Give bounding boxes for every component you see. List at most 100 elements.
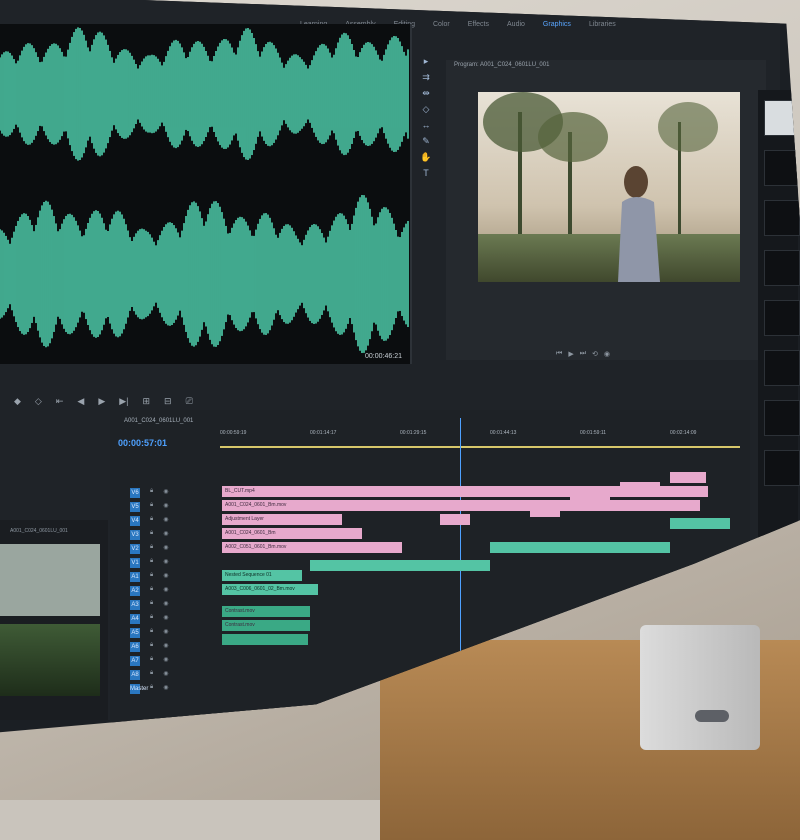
eye-icon[interactable]: ◉ [163, 558, 168, 570]
track-header[interactable]: A3 🔒︎ ◉ [130, 600, 210, 612]
step-back-icon[interactable]: ⏮ [556, 350, 562, 358]
lock-icon[interactable]: 🔒︎ [150, 600, 153, 612]
lock-icon[interactable]: 🔒︎ [150, 516, 153, 528]
eye-icon[interactable]: ◉ [163, 488, 168, 500]
slip-tool-icon[interactable]: ↔ [420, 120, 432, 130]
clip-nested[interactable]: Nested Sequence 01 [222, 570, 302, 581]
clip-segment[interactable] [440, 514, 470, 525]
panel-slot[interactable] [764, 400, 800, 436]
export-frame-icon[interactable]: ◉ [604, 350, 610, 358]
eye-icon[interactable]: ◉ [163, 670, 168, 682]
type-tool-icon[interactable]: T [420, 168, 432, 178]
lock-icon[interactable]: 🔒︎ [150, 530, 153, 542]
eye-icon[interactable]: ◉ [163, 586, 168, 598]
step-forward-icon[interactable]: ⏭ [580, 350, 586, 358]
track-header[interactable]: V5 🔒︎ ◉ [130, 502, 210, 514]
clip-segment[interactable] [670, 472, 706, 483]
clip-v1a[interactable]: A001_C024_0601_Bm [222, 528, 362, 539]
track-header[interactable]: A1 🔒︎ ◉ [130, 572, 210, 584]
track-header[interactable]: V2 🔒︎ ◉ [130, 544, 210, 556]
panel-slot[interactable] [764, 250, 800, 286]
workspace-tab[interactable]: Audio [507, 21, 525, 28]
go-to-in-icon[interactable]: ⇤ [56, 396, 64, 407]
track-header[interactable]: A8 🔒︎ ◉ [130, 670, 210, 682]
eye-icon[interactable]: ◉ [163, 530, 168, 542]
lock-icon[interactable]: 🔒︎ [150, 628, 153, 640]
lock-icon[interactable]: 🔒︎ [150, 502, 153, 514]
program-monitor[interactable]: Program: A001_C024_0601LU_001 ⏮ ▶ ⏭ ⟲ ◉ [446, 60, 766, 360]
panel-slot[interactable] [764, 150, 800, 186]
eye-icon[interactable]: ◉ [163, 516, 168, 528]
source-audio-panel[interactable]: 00:00:46:21 [0, 24, 412, 364]
play-icon[interactable]: ▶ [98, 396, 105, 407]
lock-icon[interactable]: 🔒︎ [150, 656, 153, 668]
selection-tool-icon[interactable]: ▸ [420, 56, 432, 66]
mark-in-icon[interactable]: ◆ [14, 396, 21, 407]
panel-slot[interactable] [764, 200, 800, 236]
work-area-bar[interactable] [220, 446, 740, 448]
eye-icon[interactable]: ◉ [163, 600, 168, 612]
clip-segment[interactable] [620, 482, 660, 493]
clip-green-segment[interactable] [670, 518, 730, 529]
track-header[interactable]: V6 🔒︎ ◉ [130, 488, 210, 500]
clip-segment[interactable] [570, 492, 610, 503]
track-header[interactable]: V3 🔒︎ ◉ [130, 530, 210, 542]
clip-v1b[interactable]: A002_C051_0601_Bm.mov [222, 542, 402, 553]
eye-icon[interactable]: ◉ [163, 628, 168, 640]
clip-v3[interactable]: A001_C024_0601_Bm.mov [222, 500, 700, 511]
eye-icon[interactable]: ◉ [163, 544, 168, 556]
track-header[interactable]: A6 🔒︎ ◉ [130, 642, 210, 654]
lock-icon[interactable]: 🔒︎ [150, 642, 153, 654]
clip-green-segment[interactable] [310, 560, 490, 571]
eye-icon[interactable]: ◉ [163, 572, 168, 584]
insert-icon[interactable]: ⊞ [143, 396, 151, 407]
clip-v2[interactable]: Adjustment Layer [222, 514, 342, 525]
step-back-icon[interactable]: ◀ [77, 396, 84, 407]
pen-tool-icon[interactable]: ✎ [420, 136, 432, 146]
clip-a2[interactable]: Contrast.mov [222, 620, 310, 631]
ripple-edit-icon[interactable]: ⇹ [420, 88, 432, 98]
track-header[interactable]: V4 🔒︎ ◉ [130, 516, 210, 528]
lock-icon[interactable]: 🔒︎ [150, 586, 153, 598]
track-header[interactable]: A2 🔒︎ ◉ [130, 586, 210, 598]
panel-slot[interactable] [764, 450, 800, 486]
sequence-timecode[interactable]: 00:00:57:01 [118, 438, 167, 448]
eye-icon[interactable]: ◉ [163, 684, 168, 696]
clip-a1[interactable]: Contrast.mov [222, 606, 310, 617]
project-media-panel[interactable]: A001_C024_0601LU_001 [0, 520, 108, 720]
lock-icon[interactable]: 🔒︎ [150, 572, 153, 584]
lock-icon[interactable]: 🔒︎ [150, 614, 153, 626]
workspace-tab[interactable]: Libraries [589, 21, 616, 28]
lock-icon[interactable]: 🔒︎ [150, 544, 153, 556]
eye-icon[interactable]: ◉ [163, 642, 168, 654]
mark-out-icon[interactable]: ◇ [35, 396, 42, 407]
track-select-icon[interactable]: ⇉ [420, 72, 432, 82]
eye-icon[interactable]: ◉ [163, 656, 168, 668]
clip-green-segment[interactable] [490, 542, 670, 553]
eye-icon[interactable]: ◉ [163, 502, 168, 514]
clip-v1c[interactable]: A003_C006_0601_02_Bm.mov [222, 584, 318, 595]
media-thumbnail[interactable] [0, 544, 100, 616]
lock-icon[interactable]: 🔒︎ [150, 684, 153, 696]
sequence-tab[interactable]: A001_C024_0601LU_001 [124, 418, 193, 424]
razor-icon[interactable]: ◇ [420, 104, 432, 114]
lock-icon[interactable]: 🔒︎ [150, 670, 153, 682]
track-header[interactable]: A4 🔒︎ ◉ [130, 614, 210, 626]
eye-icon[interactable]: ◉ [163, 614, 168, 626]
hand-tool-icon[interactable]: ✋ [420, 152, 432, 162]
step-forward-icon[interactable]: ▶| [119, 396, 128, 407]
track-header[interactable]: Master 🔒︎ ◉ [130, 684, 210, 696]
lock-icon[interactable]: 🔒︎ [150, 558, 153, 570]
track-header[interactable]: A5 🔒︎ ◉ [130, 628, 210, 640]
panel-slot[interactable] [764, 300, 800, 336]
media-thumbnail[interactable] [0, 624, 100, 696]
lock-icon[interactable]: 🔒︎ [150, 488, 153, 500]
camera-icon[interactable]: ⎚ [186, 396, 193, 407]
clip-audio-tail[interactable] [222, 634, 308, 645]
track-header[interactable]: A7 🔒︎ ◉ [130, 656, 210, 668]
track-header[interactable]: V1 🔒︎ ◉ [130, 558, 210, 570]
clip-segment[interactable] [530, 506, 560, 517]
overwrite-icon[interactable]: ⊟ [164, 396, 172, 407]
workspace-tab[interactable]: Effects [468, 21, 489, 28]
workspace-tab[interactable]: Color [433, 21, 450, 28]
